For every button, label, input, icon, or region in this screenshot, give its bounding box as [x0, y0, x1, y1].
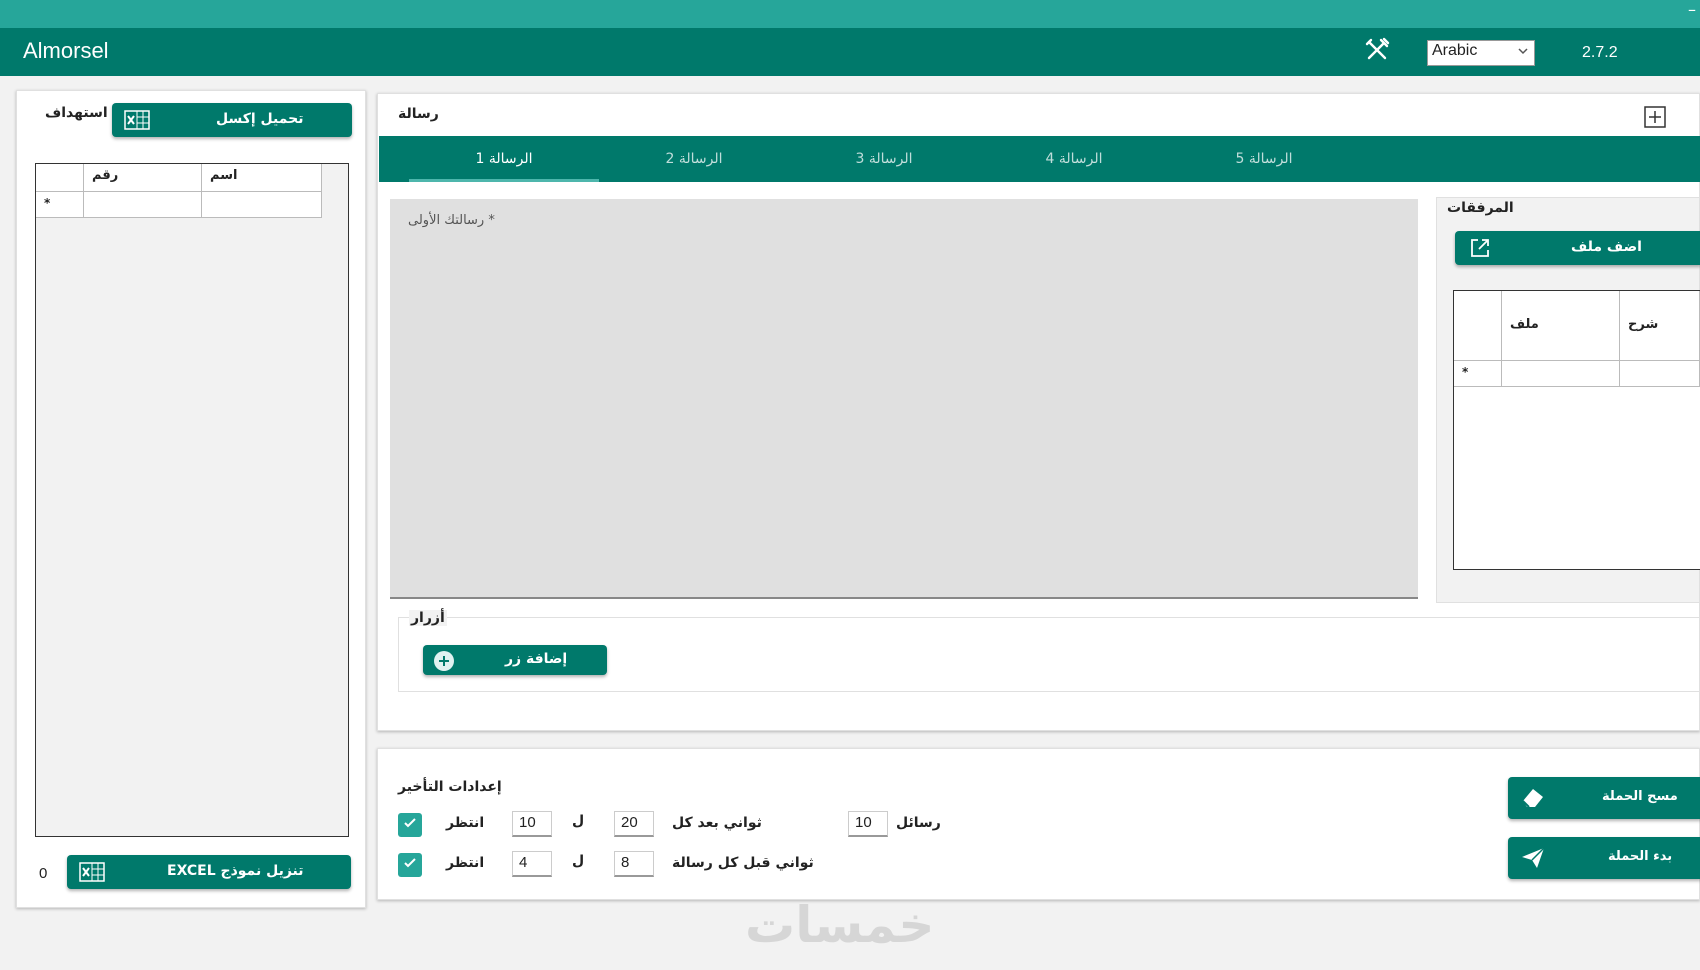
delay-row2-to-input[interactable]: 8 — [614, 851, 654, 877]
load-excel-button[interactable]: تحميل إكسل — [112, 103, 352, 137]
load-excel-label: تحميل إكسل — [216, 111, 304, 127]
column-header-name[interactable]: اسم — [202, 164, 322, 192]
column-header-number[interactable]: رقم — [84, 164, 202, 192]
window-titlebar: – — [0, 0, 1700, 28]
attachments-grid[interactable]: ملف شرح * — [1453, 290, 1700, 570]
message-textarea[interactable]: رسالتك الأولى * — [390, 199, 1418, 599]
delay-row2-to-label: ل — [572, 853, 585, 869]
start-campaign-label: بدء الحملة — [1608, 849, 1673, 864]
watermark: خمسات — [745, 896, 935, 954]
grid-row-header — [36, 164, 84, 192]
targeting-title: استهداف — [45, 105, 108, 121]
download-template-label: EXCEL تنزيل نموذج — [167, 863, 304, 879]
delay-row1-to-label: ل — [572, 813, 585, 829]
clear-campaign-label: مسح الحملة — [1602, 789, 1678, 804]
add-file-button[interactable]: اضف ملف — [1455, 231, 1700, 265]
delay-row1-unit-label: ثواني بعد كل — [672, 815, 762, 831]
add-button-label: إضافة زر — [505, 651, 568, 667]
delay-row1-to-input[interactable]: 20 — [614, 811, 654, 837]
delay-row1-count-input[interactable]: 10 — [848, 811, 888, 837]
eraser-icon — [1520, 786, 1546, 814]
download-template-button[interactable]: EXCEL تنزيل نموذج — [67, 855, 351, 889]
delay-row1-from-input[interactable]: 10 — [512, 811, 552, 837]
language-select[interactable]: Arabic — [1427, 40, 1535, 66]
buttons-title: أزرار — [409, 610, 447, 626]
tab-label: الرسالة 2 — [665, 151, 723, 167]
message-title: رسالة — [398, 106, 439, 122]
tools-button[interactable] — [1350, 30, 1404, 74]
new-row-number-cell[interactable] — [84, 192, 202, 218]
external-link-icon — [1469, 237, 1491, 263]
delay-row2-unit-label: ثواني قبل كل رسالة — [672, 855, 814, 871]
delay-row2-checkbox[interactable] — [398, 853, 422, 877]
clear-campaign-button[interactable]: مسح الحملة — [1508, 777, 1700, 819]
targeting-panel: استهداف تحميل إكسل رقم اسم * 0 EXCEL تنز… — [16, 90, 366, 908]
delay-settings-title: إعدادات التأخير — [398, 779, 502, 795]
new-row-description-cell[interactable] — [1620, 361, 1700, 387]
tab-message-4[interactable]: الرسالة 4 — [979, 136, 1169, 182]
version-label: 2.7.2 — [1582, 44, 1618, 61]
delay-row2-from-input[interactable]: 4 — [512, 851, 552, 877]
delay-row1-checkbox[interactable] — [398, 813, 422, 837]
app-title: Almorsel — [23, 38, 109, 63]
targets-grid[interactable]: رقم اسم * — [35, 163, 349, 837]
send-icon — [1520, 846, 1546, 874]
message-tabs: الرسالة 1 الرسالة 2 الرسالة 3 الرسالة 4 … — [379, 136, 1700, 182]
delay-row1-wait-label: انتظر — [446, 815, 485, 831]
new-row-name-cell[interactable] — [202, 192, 322, 218]
delay-settings-panel: إعدادات التأخير انتظر 10 ل 20 ثواني بعد … — [377, 748, 1700, 900]
minimize-button[interactable]: – — [1688, 2, 1696, 18]
start-campaign-button[interactable]: بدء الحملة — [1508, 837, 1700, 879]
checkmark-icon — [402, 815, 418, 835]
buttons-group: أزرار إضافة زر — [398, 610, 1700, 692]
delay-row1-count-label: رسائل — [896, 815, 941, 831]
tab-message-2[interactable]: الرسالة 2 — [599, 136, 789, 182]
attachments-title: المرفقات — [1447, 200, 1514, 216]
plus-circle-icon — [433, 650, 455, 676]
new-row-marker: * — [1454, 361, 1502, 387]
tab-label: الرسالة 4 — [1045, 151, 1103, 167]
grid-row-header — [1454, 291, 1502, 361]
add-file-label: اضف ملف — [1571, 239, 1642, 255]
app-header: Almorsel Arabic 2.7.2 — [0, 28, 1700, 76]
excel-icon — [79, 862, 105, 886]
tab-label: الرسالة 1 — [475, 151, 533, 167]
tab-label: الرسالة 5 — [1235, 151, 1293, 167]
attachments-group: المرفقات اضف ملف ملف شرح * — [1436, 197, 1700, 603]
tab-label: الرسالة 3 — [855, 151, 913, 167]
column-header-file[interactable]: ملف — [1502, 291, 1620, 361]
new-row-marker: * — [36, 192, 84, 218]
add-message-icon[interactable] — [1644, 106, 1666, 132]
new-row-file-cell[interactable] — [1502, 361, 1620, 387]
checkmark-icon — [402, 855, 418, 875]
tab-message-5[interactable]: الرسالة 5 — [1169, 136, 1359, 182]
language-value: Arabic — [1432, 42, 1478, 59]
delay-row2-wait-label: انتظر — [446, 855, 485, 871]
column-header-description[interactable]: شرح — [1620, 291, 1700, 361]
tools-icon — [1364, 37, 1390, 67]
excel-icon — [124, 110, 150, 134]
tab-message-3[interactable]: الرسالة 3 — [789, 136, 979, 182]
message-placeholder: رسالتك الأولى * — [408, 213, 495, 228]
target-count: 0 — [39, 865, 48, 882]
tab-message-1[interactable]: الرسالة 1 — [409, 136, 599, 182]
chevron-down-icon — [1516, 44, 1530, 63]
add-button-button[interactable]: إضافة زر — [423, 645, 607, 675]
